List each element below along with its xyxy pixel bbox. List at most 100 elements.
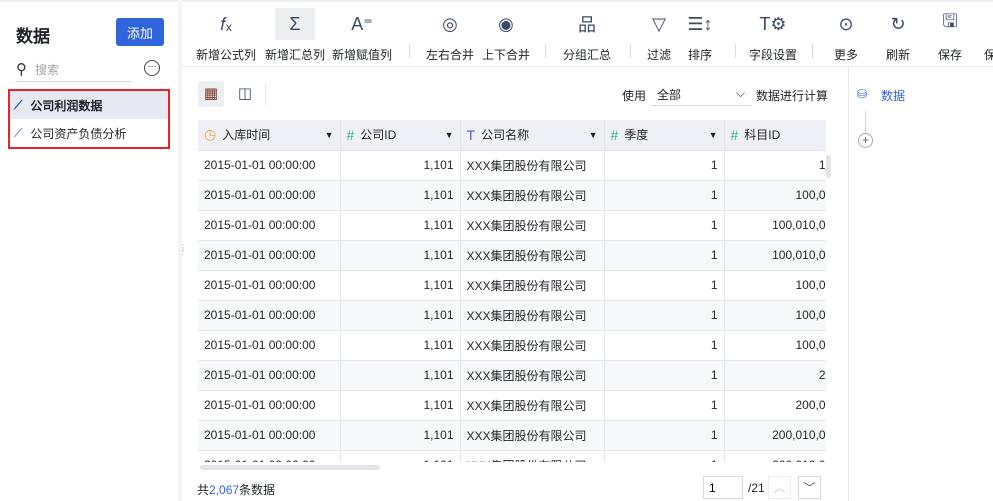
toolbar-merge-horizontal-button[interactable]: ◎ 左右合并 xyxy=(420,8,480,63)
page-input[interactable] xyxy=(703,476,743,499)
search-input[interactable]: ⚲ 搜索 xyxy=(16,57,132,82)
column-label: 入库时间 xyxy=(222,128,271,143)
fx-icon: 𝑓ₓ xyxy=(220,13,232,34)
table-cell: XXX集团股份有限公司 xyxy=(460,180,605,211)
steps-panel: ⛁ 数据 + xyxy=(848,67,993,501)
table-cell: 2015-01-01 00:00:00 xyxy=(198,420,341,451)
toolbar-fx-button[interactable]: 𝑓ₓ 新增公式列 xyxy=(196,8,256,63)
table-cell: 1,101 xyxy=(340,180,461,211)
table-cell: 1 xyxy=(604,420,725,451)
trend-icon: ⟋ xyxy=(14,125,23,140)
more-options-icon[interactable]: ··· xyxy=(144,60,160,76)
table-row: 2015-01-01 00:00:001,101XXX集团股份有限公司1200,… xyxy=(198,390,826,421)
merge-horizontal-icon: ◎ xyxy=(442,13,458,34)
table-cell: XXX集团股份有限公司 xyxy=(460,240,605,271)
toolbar-sort-button[interactable]: ☰↕ 排序 xyxy=(670,8,730,63)
dataset-item-profit[interactable]: ⟋ 公司利润数据 xyxy=(10,91,168,119)
table-cell: 1 xyxy=(604,390,725,421)
table-cell: 1,101 xyxy=(340,300,461,331)
column-header[interactable]: # 公司ID ▼ xyxy=(340,120,461,151)
toolbar-save-as-button[interactable]: 保 xyxy=(960,8,993,63)
table-cell: 1,101 xyxy=(340,210,461,241)
dataset-label: 公司利润数据 xyxy=(30,98,103,113)
toolbar-sigma-button[interactable]: Σ 新增汇总列 xyxy=(265,8,325,63)
dataset-label: 公司资产负债分析 xyxy=(30,126,127,141)
database-icon: ⛁ xyxy=(857,87,868,101)
toolbar-group-button[interactable]: 品分组汇总 xyxy=(557,8,617,63)
table-cell: 2015-01-01 00:00:00 xyxy=(198,270,341,301)
toolbar-merge-vertical-button[interactable]: ◉ 上下合并 xyxy=(476,8,536,63)
dataset-item-balance[interactable]: ⟋ 公司资产负债分析 xyxy=(10,119,168,147)
toolbar-label: 新增汇总列 xyxy=(265,48,326,62)
column-header[interactable]: T 公司名称 ▼ xyxy=(460,120,605,151)
toolbar-label: 分组汇总 xyxy=(562,48,611,62)
table-cell: XXX集团股份有限公司 xyxy=(460,360,605,391)
column-header[interactable]: ◷ 入库时间 ▼ xyxy=(198,120,341,151)
caret-down-icon[interactable]: ▼ xyxy=(445,130,454,140)
toolbar-label: 新增公式列 xyxy=(196,48,257,62)
sidebar-title: 数据 xyxy=(16,27,50,46)
table-cell: 1 xyxy=(604,150,725,181)
table-cell: 1 xyxy=(604,240,725,271)
dataset-list: ⟋ 公司利润数据 ⟋ 公司资产负债分析 xyxy=(8,89,170,149)
table-cell: 1,101 xyxy=(340,150,461,181)
table-cell: 2015-01-01 00:00:00 xyxy=(198,210,341,241)
toolbar-label: 字段设置 xyxy=(748,48,797,62)
scope-select[interactable]: 全部 ⌵ xyxy=(651,81,751,106)
horizontal-scrollbar[interactable] xyxy=(200,465,380,470)
scope-value: 全部 xyxy=(657,88,682,102)
panel-splitter[interactable]: ⋮ ⋮ xyxy=(178,0,187,501)
table-row: 2015-01-01 00:00:00 1,101 XXX集团股份有限公司 1 100,… xyxy=(198,300,826,331)
assign-icon: A⁼ xyxy=(351,13,373,34)
table-cell: 1,101 xyxy=(340,390,461,421)
table-cell: 200,0 xyxy=(724,390,826,421)
table-cell: 1 xyxy=(724,150,826,181)
layout-view-icon[interactable]: ◫ xyxy=(232,81,258,107)
table-cell: XXX集团股份有限公司 xyxy=(460,210,605,241)
table-cell: 100,0 xyxy=(724,180,826,211)
field-settings-icon: T⚙ xyxy=(759,13,787,34)
sigma-icon: Σ xyxy=(275,8,315,40)
step-item-data[interactable]: ⛁ 数据 xyxy=(857,87,905,104)
toolbar-refresh-button[interactable]: ↻ 刷新 xyxy=(868,8,928,63)
table-row: 2015-01-01 00:00:00 1,101 XXX集团股份有限公司 1 100,… xyxy=(198,210,826,241)
add-button[interactable]: 添加 xyxy=(116,18,164,46)
column-label: 季度 xyxy=(624,128,649,143)
toolbar-assign-button[interactable]: A⁼ 新增赋值列 xyxy=(332,8,392,63)
toolbar-field-settings-button[interactable]: T⚙ 字段设置 xyxy=(743,8,803,63)
table-cell: 2015-01-01 00:00:00 xyxy=(198,390,341,421)
toolbar: 𝑓ₓ 新增公式列 Σ 新增汇总列 A⁼ 新增赋值列 ◎ 左右合并 ◉ 上下合并品分组汇总 ▽ 过滤 ☰↕… xyxy=(182,0,993,67)
table-row: 2015-01-01 00:00:001,101XXX集团股份有限公司1200,… xyxy=(198,420,826,451)
column-label: 公司ID xyxy=(360,128,397,143)
vertical-scrollbar[interactable] xyxy=(826,155,831,178)
caret-down-icon[interactable]: ▼ xyxy=(709,130,718,140)
more-icon: ⊙ xyxy=(838,13,854,34)
toolbar-label: 排序 xyxy=(687,48,712,62)
table-cell: 2015-01-01 00:00:00 xyxy=(198,150,341,181)
caret-down-icon[interactable]: ▼ xyxy=(325,130,334,140)
table-cell: XXX集团股份有限公司 xyxy=(460,450,605,462)
add-step-icon[interactable]: + xyxy=(858,133,873,148)
table-cell: 2 xyxy=(724,360,826,391)
column-label: 科目ID xyxy=(744,128,781,143)
next-page-button[interactable]: ﹀ xyxy=(798,476,821,499)
column-header[interactable]: # 季度 ▼ xyxy=(604,120,725,151)
table-cell: 1 xyxy=(604,300,725,331)
table-cell: 100,010,0 xyxy=(724,210,826,241)
table-cell: 1 xyxy=(604,360,725,391)
table-row: 2015-01-01 00:00:00 1,101 XXX集团股份有限公司 1 100,… xyxy=(198,270,826,301)
toolbar-label: 左右合并 xyxy=(425,48,474,62)
toolbar-label: 上下合并 xyxy=(481,48,530,62)
prev-page-button[interactable]: ︿ xyxy=(768,476,791,499)
table-cell: XXX集团股份有限公司 xyxy=(460,390,605,421)
table-cell: 1 xyxy=(604,450,725,462)
record-count: 共2,067条数据 xyxy=(197,483,276,497)
table-cell: XXX集团股份有限公司 xyxy=(460,330,605,361)
column-header[interactable]: # 科目ID xyxy=(724,120,826,151)
number-type-icon: # xyxy=(610,126,619,143)
grid-view-icon[interactable]: ▦ xyxy=(198,81,224,107)
table-cell: 1 xyxy=(604,210,725,241)
number-type-icon: # xyxy=(346,126,355,143)
toolbar-more-button[interactable]: ⊙ 更多 xyxy=(816,8,876,63)
caret-down-icon[interactable]: ▼ xyxy=(589,130,598,140)
